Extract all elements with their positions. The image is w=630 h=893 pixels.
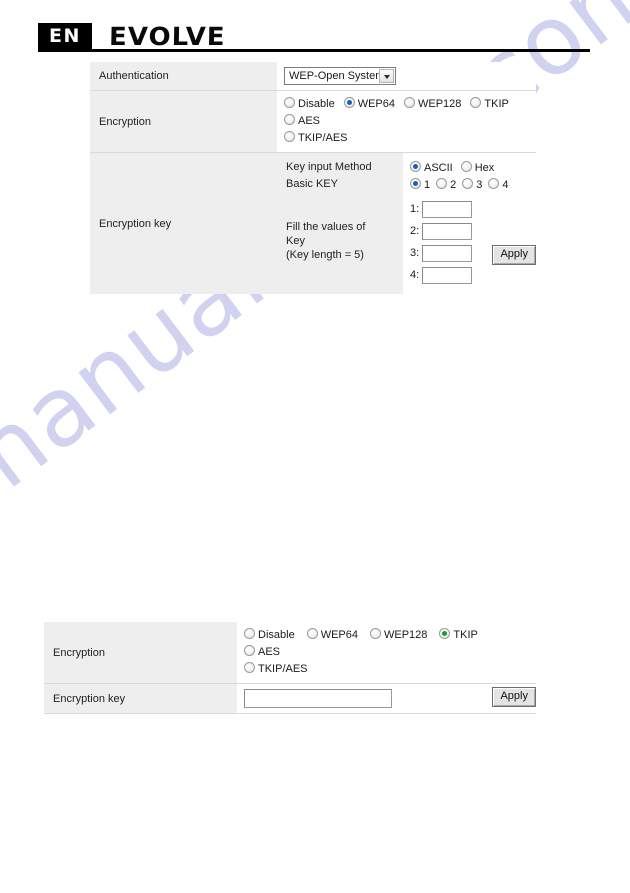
key-value-input[interactable] (422, 222, 472, 240)
radio-wep128[interactable]: WEP128 (403, 96, 462, 112)
radio-icon[interactable] (244, 662, 255, 673)
radio-wep64[interactable]: WEP64 (343, 96, 395, 112)
row-encryption: Encryption Disable WEP64 WEP128 TKIP AES TKIP… (90, 90, 536, 153)
authentication-value-cell: WEP-Open System (277, 62, 536, 91)
key-input-method-label: Key input Method (286, 161, 372, 173)
radio-icon[interactable] (244, 628, 255, 639)
radio-tkip[interactable]: TKIP (470, 96, 509, 112)
radio-disable[interactable]: Disable (244, 627, 295, 643)
encryption-key-label: Encryption key (90, 152, 277, 294)
radio-label: WEP128 (417, 98, 462, 110)
row-authentication: Authentication WEP-Open System (90, 62, 536, 91)
radio-icon[interactable] (410, 161, 421, 172)
key-input-method-radio-group: ASCII Hex (410, 160, 530, 177)
radio-tkip-aes[interactable]: TKIP/AES (244, 661, 308, 677)
key-value-input[interactable] (422, 266, 472, 284)
encryption-label-bottom: Encryption (44, 622, 237, 684)
language-badge: EN (38, 23, 92, 50)
radio-label: 2 (450, 179, 457, 191)
radio-2[interactable]: 2 (436, 177, 456, 193)
radio-icon[interactable] (284, 131, 295, 142)
key-index-label: 4: (410, 269, 420, 281)
radio-1[interactable]: 1 (410, 177, 430, 193)
encryption-key-sublabels-cell: Key input Method Basic KEY Fill the valu… (277, 152, 403, 294)
radio-icon[interactable] (460, 161, 472, 172)
key-value-row: 2: (410, 220, 530, 242)
chevron-down-icon[interactable] (379, 69, 394, 83)
radio-label: AES (298, 115, 321, 127)
radio-label: ASCII (424, 162, 453, 174)
radio-icon[interactable] (488, 178, 500, 189)
authentication-select[interactable]: WEP-Open System (284, 67, 396, 85)
radio-icon[interactable] (462, 178, 474, 189)
radio-icon[interactable] (284, 97, 295, 108)
row-encryption-key: Encryption key Key input Method Basic KE… (90, 152, 536, 294)
radio-icon[interactable] (244, 645, 255, 656)
brand-logo-evolve: EVOLVE (109, 22, 227, 51)
radio-icon[interactable] (306, 628, 318, 639)
radio-aes[interactable]: AES (284, 113, 320, 129)
radio-label: 3 (476, 179, 483, 191)
apply-button-top[interactable]: Apply (492, 245, 536, 265)
basic-key-radio-group: 1 2 3 4 (410, 177, 530, 194)
authentication-label: Authentication (90, 62, 277, 91)
radio-3[interactable]: 3 (462, 177, 482, 193)
radio-tkip-aes[interactable]: TKIP/AES (284, 130, 348, 146)
key-value-row: 1: (410, 198, 530, 220)
radio-label: Disable (298, 98, 335, 110)
key-value-input[interactable] (422, 200, 472, 218)
radio-4[interactable]: 4 (488, 177, 509, 193)
encryption-radio-group: Disable WEP64 WEP128 TKIP AES TKIP/AES (284, 96, 530, 147)
encryption-label: Encryption (90, 90, 277, 153)
radio-icon[interactable] (410, 178, 421, 189)
header-divider (38, 49, 590, 52)
row-encryption-bottom: Encryption Disable WEP64 WEP128 TKIP AES TKIP… (44, 622, 536, 684)
top-apply-row: Apply (90, 244, 536, 265)
encryption-options-cell: Disable WEP64 WEP128 TKIP AES TKIP/AES (277, 90, 536, 153)
radio-wep64[interactable]: WEP64 (306, 627, 358, 643)
radio-label: WEP64 (357, 98, 395, 110)
encryption-options-cell-bottom: Disable WEP64 WEP128 TKIP AES TKIP/AES (237, 622, 536, 684)
radio-label: TKIP (484, 98, 509, 110)
encryption-radio-group-bottom: Disable WEP64 WEP128 TKIP AES TKIP/AES (244, 627, 530, 678)
key-index-label: 1: (410, 203, 420, 215)
radio-ascii[interactable]: ASCII (410, 160, 453, 176)
radio-aes[interactable]: AES (244, 644, 280, 660)
page-header: EN EVOLVE (38, 22, 590, 52)
key-value-row: 4: (410, 264, 530, 286)
encryption-key-controls-cell: ASCII Hex 1234 1: 2: 3: 4: (403, 152, 536, 294)
radio-label: WEP128 (383, 629, 428, 641)
radio-disable[interactable]: Disable (284, 96, 335, 112)
key-index-label: 2: (410, 225, 420, 237)
radio-icon[interactable] (284, 114, 295, 125)
key-value-field-list: 1: 2: 3: 4: (410, 198, 530, 286)
radio-icon[interactable] (439, 628, 451, 639)
radio-icon[interactable] (369, 628, 381, 639)
apply-button-bottom[interactable]: Apply (492, 687, 536, 707)
radio-label: TKIP/AES (258, 663, 308, 675)
radio-icon[interactable] (470, 97, 482, 108)
radio-icon[interactable] (343, 97, 355, 108)
radio-label: TKIP (453, 629, 478, 641)
radio-label: 1 (424, 179, 431, 191)
radio-icon[interactable] (403, 97, 415, 108)
radio-label: AES (258, 646, 281, 658)
radio-icon[interactable] (436, 178, 448, 189)
radio-label: Hex (474, 162, 495, 174)
basic-key-label: Basic KEY (286, 178, 338, 190)
radio-tkip[interactable]: TKIP (439, 627, 478, 643)
radio-hex[interactable]: Hex (460, 160, 495, 176)
radio-label: 4 (502, 179, 509, 191)
bottom-apply-row: Apply (44, 686, 536, 707)
radio-label: TKIP/AES (298, 132, 348, 144)
radio-wep128[interactable]: WEP128 (369, 627, 428, 643)
fill-values-line-1: Fill the values of (286, 221, 366, 233)
radio-label: Disable (258, 629, 295, 641)
radio-label: WEP64 (320, 629, 358, 641)
